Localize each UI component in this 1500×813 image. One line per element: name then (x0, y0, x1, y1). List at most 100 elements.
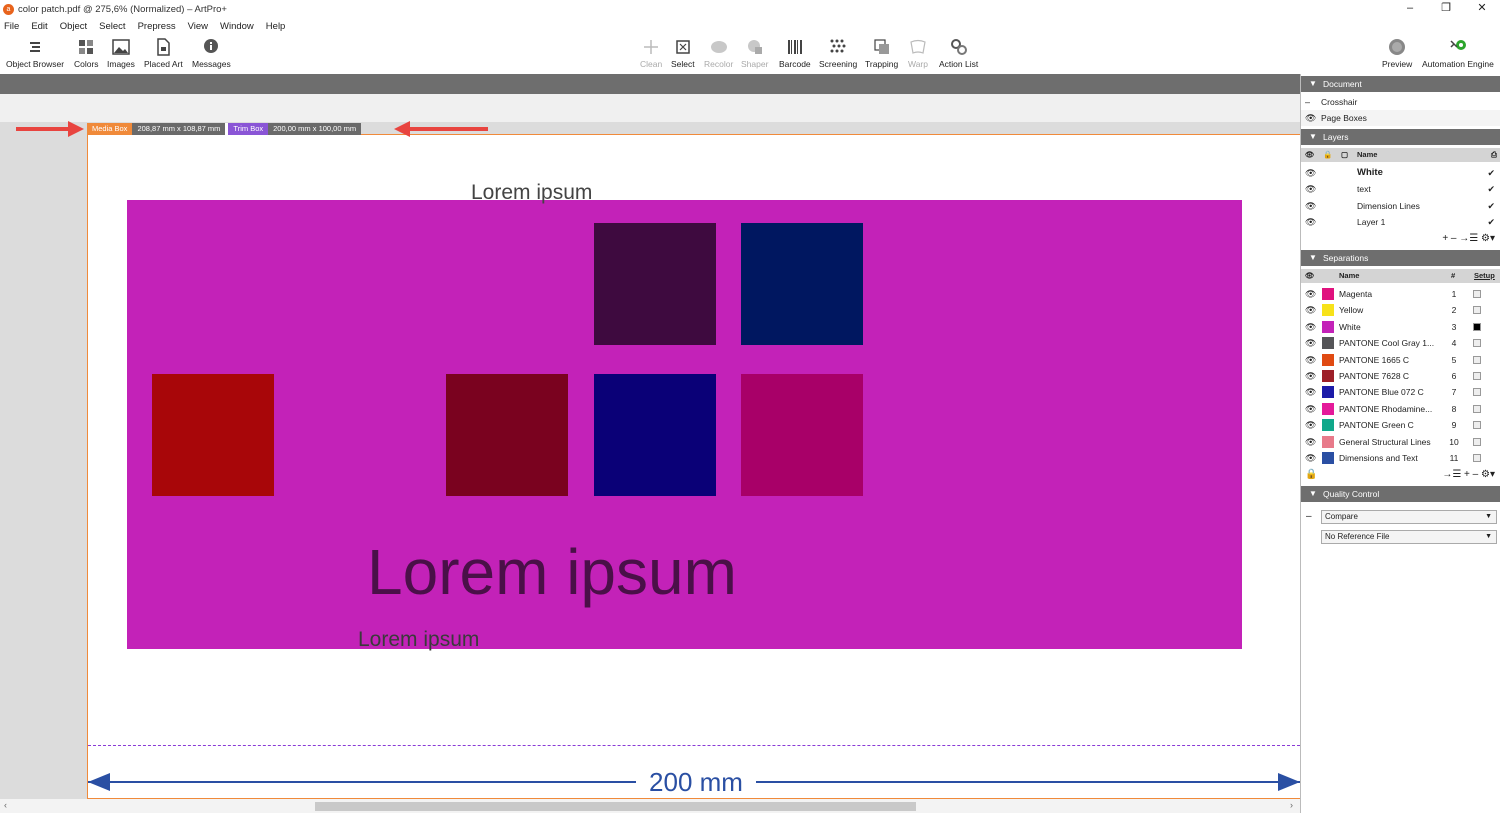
separation-setup-box[interactable] (1473, 454, 1481, 462)
layer-row-layer1[interactable]: 👁 Layer 1 ✔ (1301, 214, 1500, 230)
separation-row[interactable]: 👁 PANTONE 1665 C 5 (1301, 352, 1500, 368)
layers-footer-buttons[interactable]: + – →☰ ⚙▾ (1301, 232, 1500, 246)
separation-row[interactable]: 👁 PANTONE Green C 9 (1301, 417, 1500, 433)
menu-window[interactable]: Window (220, 21, 254, 32)
menu-edit[interactable]: Edit (31, 21, 47, 32)
horizontal-scrollbar[interactable]: ‹ › (0, 799, 1300, 813)
menu-help[interactable]: Help (266, 21, 286, 32)
scroll-left-icon[interactable]: ‹ (4, 800, 7, 810)
separation-setup-box[interactable] (1473, 388, 1481, 397)
eye-icon[interactable]: 👁 (1305, 110, 1316, 126)
screening-button[interactable]: Screening (819, 38, 857, 69)
images-button[interactable]: Images (107, 38, 135, 69)
text-lorem-big[interactable]: Lorem ipsum (367, 535, 737, 609)
dash-icon[interactable]: – (1305, 94, 1310, 110)
separation-row[interactable]: 👁 PANTONE Cool Gray 1... 4 (1301, 335, 1500, 351)
eye-icon[interactable]: 👁 (1305, 450, 1316, 466)
document-section-header[interactable]: ▼ Document (1301, 76, 1500, 92)
lock-icon[interactable]: 🔒 (1305, 468, 1317, 482)
recolor-button[interactable]: Recolor (704, 38, 733, 69)
messages-button[interactable]: Messages (192, 38, 231, 69)
maximize-button[interactable]: ❐ (1428, 0, 1464, 18)
layer-row-dimension-lines[interactable]: 👁 Dimension Lines ✔ (1301, 198, 1500, 214)
shaper-button[interactable]: Shaper (741, 38, 768, 69)
color-patch-4[interactable] (446, 374, 568, 496)
separation-row[interactable]: 👁 PANTONE 7628 C 6 (1301, 368, 1500, 384)
eye-icon[interactable]: 👁 (1305, 434, 1316, 450)
separations-footer-buttons[interactable]: →☰ + – ⚙▾ (1442, 468, 1495, 482)
page-boxes-row[interactable]: 👁 Page Boxes (1301, 110, 1500, 126)
close-button[interactable]: ✕ (1464, 0, 1500, 18)
separation-setup-box[interactable] (1473, 355, 1481, 364)
color-patch-6[interactable] (741, 374, 863, 496)
separation-setup-box[interactable] (1473, 322, 1481, 331)
reference-file-dropdown[interactable]: No Reference File ▼ (1321, 530, 1497, 544)
sep-col-setup[interactable]: Setup (1474, 269, 1495, 283)
color-patch-2[interactable] (741, 223, 863, 345)
color-patch-1[interactable] (594, 223, 716, 345)
placed-art-button[interactable]: Placed Art (144, 38, 183, 69)
menu-object[interactable]: Object (60, 21, 87, 32)
minimize-button[interactable]: – (1392, 0, 1428, 18)
warp-button[interactable]: Warp (908, 38, 928, 69)
separation-row[interactable]: 👁 White 3 (1301, 319, 1500, 335)
eye-icon[interactable]: 👁 (1305, 368, 1316, 384)
layers-section-header[interactable]: ▼ Layers (1301, 129, 1500, 145)
eye-icon[interactable]: 👁 (1305, 286, 1316, 302)
scroll-right-icon[interactable]: › (1290, 800, 1293, 810)
separation-row[interactable]: 👁 Dimensions and Text 11 (1301, 450, 1500, 466)
action-list-button[interactable]: Action List (939, 38, 978, 69)
color-patch-5[interactable] (594, 374, 716, 496)
separation-row[interactable]: 👁 PANTONE Rhodamine... 8 (1301, 401, 1500, 417)
eye-icon[interactable]: 👁 (1305, 335, 1316, 351)
eye-icon[interactable]: 👁 (1305, 319, 1316, 335)
eye-icon[interactable]: 👁 (1305, 214, 1316, 230)
menu-select[interactable]: Select (99, 21, 125, 32)
eye-icon[interactable]: 👁 (1305, 181, 1316, 197)
menu-view[interactable]: View (188, 21, 208, 32)
separation-row[interactable]: 👁 PANTONE Blue 072 C 7 (1301, 384, 1500, 400)
automation-engine-button[interactable]: Automation Engine (1422, 38, 1494, 69)
separation-setup-box[interactable] (1473, 372, 1481, 380)
dimension-label[interactable]: 200 mm (636, 767, 756, 798)
separation-row[interactable]: 👁 General Structural Lines 10 (1301, 434, 1500, 450)
text-lorem-small[interactable]: Lorem ipsum (358, 628, 479, 652)
separation-setup-box[interactable] (1473, 339, 1481, 348)
scrollbar-thumb[interactable] (315, 802, 916, 811)
eye-icon[interactable]: 👁 (1305, 165, 1316, 181)
separation-setup-box[interactable] (1473, 437, 1481, 446)
object-browser-button[interactable]: Object Browser (6, 38, 64, 69)
text-lorem-top[interactable]: Lorem ipsum (471, 181, 592, 205)
menu-file[interactable]: File (4, 21, 19, 32)
eye-icon[interactable]: 👁 (1305, 401, 1316, 417)
trapping-button[interactable]: Trapping (865, 38, 898, 69)
clean-button[interactable]: Clean (640, 38, 662, 69)
menu-prepress[interactable]: Prepress (138, 21, 176, 32)
check-icon[interactable]: ✔ (1487, 214, 1495, 230)
eye-icon[interactable]: 👁 (1305, 198, 1316, 214)
check-icon[interactable]: ✔ (1487, 165, 1495, 181)
preview-button[interactable]: Preview (1382, 38, 1412, 69)
separation-row[interactable]: 👁 Magenta 1 (1301, 286, 1500, 302)
check-icon[interactable]: ✔ (1487, 181, 1495, 197)
layer-row-white[interactable]: 👁 White ✔ (1301, 165, 1500, 181)
select-button[interactable]: Select (671, 38, 695, 69)
compare-dropdown[interactable]: Compare ▼ (1321, 510, 1497, 524)
separations-section-header[interactable]: ▼ Separations (1301, 250, 1500, 266)
quality-control-section-header[interactable]: ▼ Quality Control (1301, 486, 1500, 502)
eye-icon[interactable]: 👁 (1305, 384, 1316, 400)
barcode-button[interactable]: Barcode (779, 38, 811, 69)
layer-row-text[interactable]: 👁 text ✔ (1301, 181, 1500, 197)
colors-button[interactable]: Colors (74, 38, 99, 69)
eye-icon[interactable]: 👁 (1305, 302, 1316, 318)
eye-icon[interactable]: 👁 (1305, 417, 1316, 433)
separation-row[interactable]: 👁 Yellow 2 (1301, 302, 1500, 318)
eye-icon[interactable]: 👁 (1305, 352, 1316, 368)
separation-setup-box[interactable] (1473, 306, 1481, 315)
crosshair-row[interactable]: – Crosshair (1301, 94, 1500, 110)
separation-setup-box[interactable] (1473, 290, 1481, 298)
color-patch-3[interactable] (152, 374, 274, 496)
check-icon[interactable]: ✔ (1487, 198, 1495, 214)
dash-icon[interactable]: – (1306, 511, 1312, 522)
separation-setup-box[interactable] (1473, 404, 1481, 413)
